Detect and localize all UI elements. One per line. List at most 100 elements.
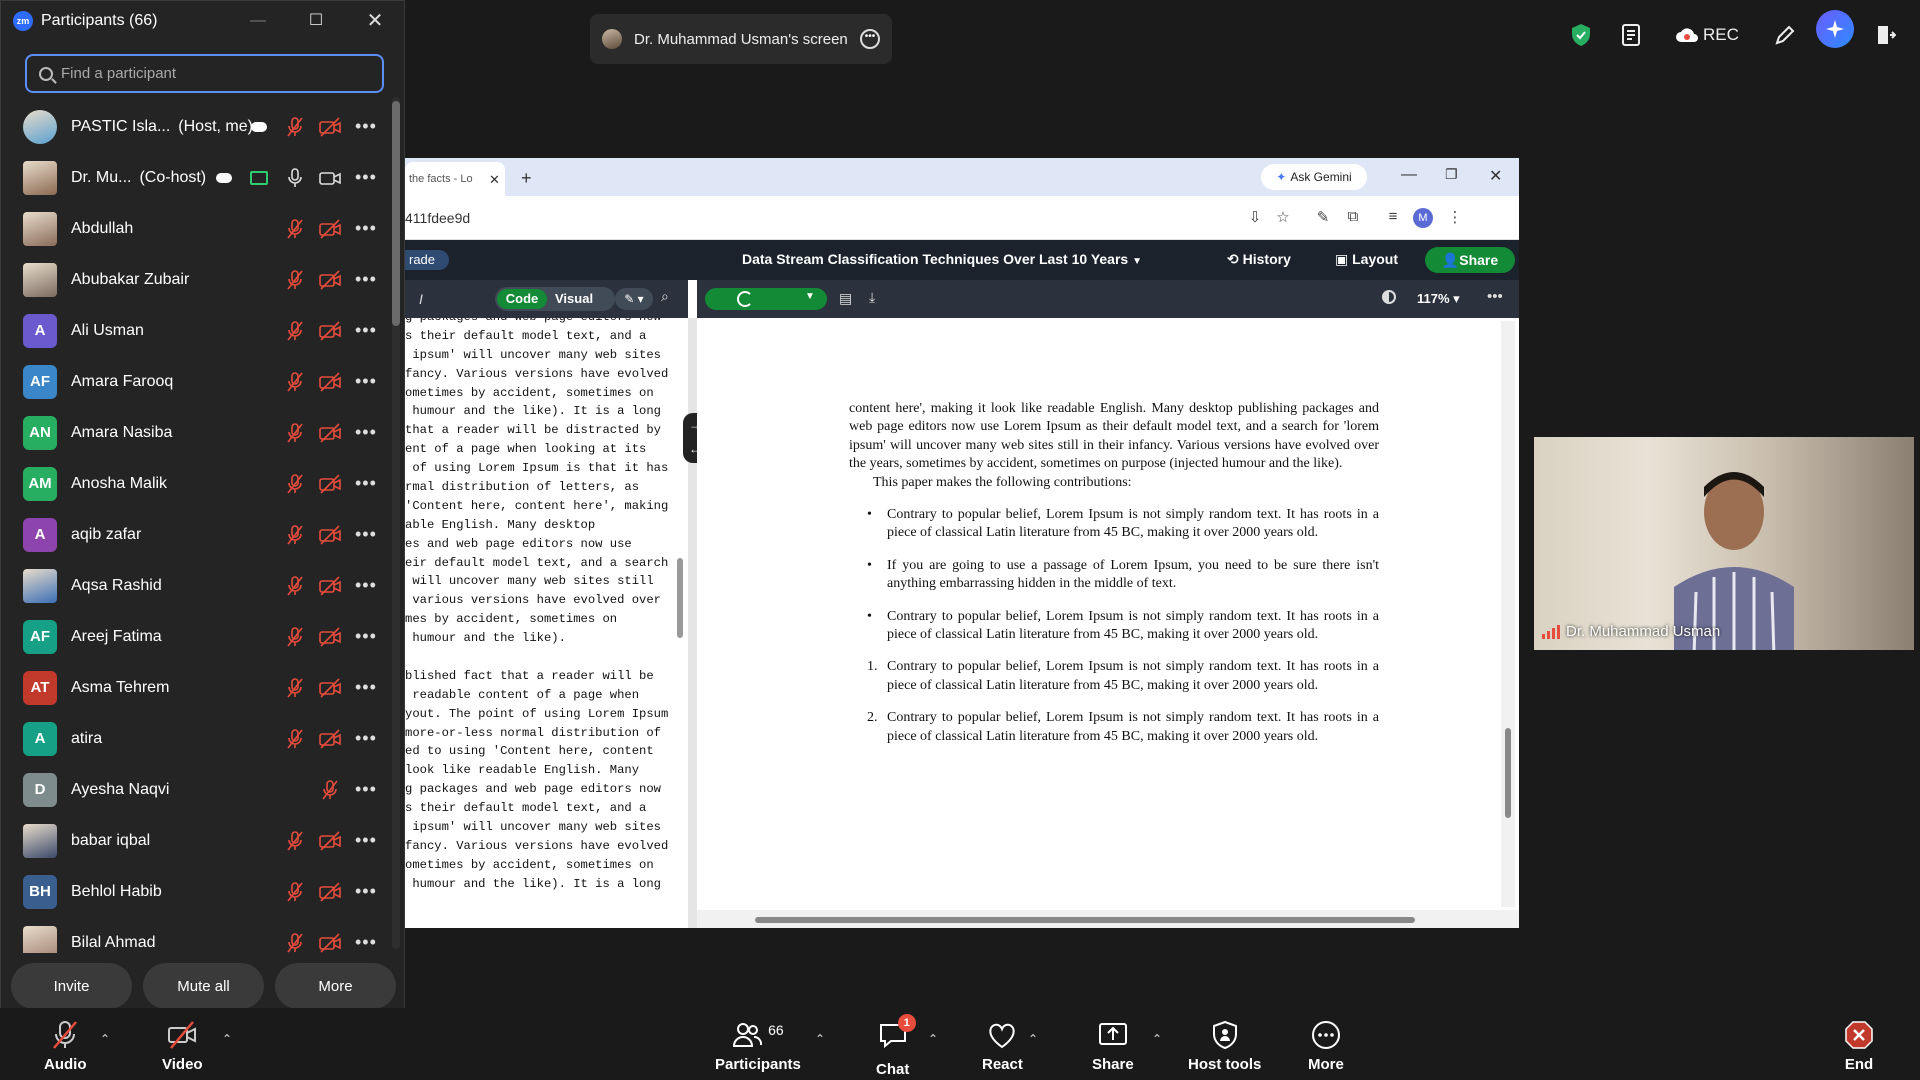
mic-muted-icon[interactable] <box>286 830 304 851</box>
react-options-caret[interactable]: ⌃ <box>1028 1032 1038 1046</box>
mic-muted-icon[interactable] <box>286 473 304 494</box>
more-button[interactable]: More <box>275 963 396 1009</box>
participant-row[interactable]: AT Asma Tehrem ••• <box>1 662 391 713</box>
chat-options-caret[interactable]: ⌃ <box>928 1032 938 1046</box>
leave-side-panel-icon[interactable] <box>1876 22 1896 48</box>
pdf-preview[interactable]: content here', making it look like reada… <box>697 318 1519 910</box>
visual-mode-button[interactable]: Visual <box>555 289 593 309</box>
install-app-icon[interactable]: ⇩ <box>1245 208 1265 228</box>
participant-row[interactable]: Abdullah ••• <box>1 203 391 254</box>
history-button[interactable]: ⟲ History <box>1227 251 1291 268</box>
editor-line[interactable]: humour and the like). It is a long <box>405 402 675 421</box>
editor-line[interactable]: ometimes by accident, sometimes on <box>405 856 675 875</box>
close-icon[interactable]: ✕ <box>363 9 387 33</box>
mic-muted-icon[interactable] <box>321 779 339 800</box>
video-off-icon[interactable] <box>319 422 341 443</box>
chevron-down-icon[interactable]: ▼ <box>805 291 815 302</box>
video-options-caret[interactable]: ⌃ <box>222 1032 232 1046</box>
pdf-scroll-thumb[interactable] <box>1505 728 1511 818</box>
participant-row[interactable]: Abubakar Zubair ••• <box>1 254 391 305</box>
more-options-icon[interactable]: ••• <box>860 29 880 49</box>
participant-row[interactable]: D Ayesha Naqvi ••• <box>1 764 391 815</box>
cloud-recording-indicator[interactable]: REC <box>1675 22 1739 48</box>
editor-line[interactable]: of using Lorem Ipsum is that it has <box>405 459 675 478</box>
mic-muted-icon[interactable] <box>286 116 304 137</box>
annotate-icon[interactable] <box>1774 22 1796 48</box>
audio-options-caret[interactable]: ⌃ <box>100 1032 110 1046</box>
participant-more-icon[interactable]: ••• <box>355 473 377 494</box>
participant-row[interactable]: AF Areej Fatima ••• <box>1 611 391 662</box>
mic-muted-icon[interactable] <box>286 371 304 392</box>
bookmark-star-icon[interactable]: ☆ <box>1273 208 1293 228</box>
participant-more-icon[interactable]: ••• <box>355 626 377 647</box>
editor-line[interactable]: eir default model text, and a search <box>405 554 675 573</box>
mute-all-button[interactable]: Mute all <box>143 963 264 1009</box>
invite-button[interactable]: Invite <box>11 963 132 1009</box>
mic-muted-icon[interactable] <box>286 728 304 749</box>
pdf-scrollbar[interactable] <box>1501 321 1515 907</box>
editor-line[interactable] <box>405 648 675 667</box>
editor-line[interactable]: fancy. Various versions have evolved <box>405 365 675 384</box>
video-off-icon[interactable] <box>319 626 341 647</box>
participant-more-icon[interactable]: ••• <box>355 269 377 290</box>
participant-search-input[interactable] <box>61 65 361 82</box>
participant-row[interactable]: AF Amara Farooq ••• <box>1 356 391 407</box>
participants-button[interactable]: 66 Participants <box>715 1020 801 1073</box>
editor-line[interactable]: mes by accident, sometimes on <box>405 610 675 629</box>
mic-muted-icon[interactable] <box>286 575 304 596</box>
code-mode-button[interactable]: Code <box>497 289 547 309</box>
participant-row[interactable]: BH Behlol Habib ••• <box>1 866 391 917</box>
participant-more-icon[interactable]: ••• <box>355 524 377 545</box>
editor-line[interactable]: various versions have evolved over <box>405 591 675 610</box>
pdf-more-icon[interactable]: ••• <box>1487 288 1503 305</box>
italic-icon[interactable]: I <box>419 291 423 307</box>
ai-companion-icon[interactable] <box>1816 10 1854 48</box>
extensions-puzzle-icon[interactable]: ⧉ <box>1343 208 1363 228</box>
mic-muted-icon[interactable] <box>286 524 304 545</box>
pane-splitter[interactable] <box>688 318 697 928</box>
url-text[interactable]: 411fdee9d <box>405 210 470 226</box>
participant-row[interactable]: Aqsa Rashid ••• <box>1 560 391 611</box>
participant-more-icon[interactable]: ••• <box>355 677 377 698</box>
editor-line[interactable]: readable content of a page when <box>405 686 675 705</box>
participant-more-icon[interactable]: ••• <box>355 830 377 851</box>
video-off-icon[interactable] <box>319 218 341 239</box>
participant-more-icon[interactable]: ••• <box>355 320 377 341</box>
tab-close-icon[interactable]: ✕ <box>489 172 500 188</box>
profile-avatar[interactable]: M <box>1413 208 1433 228</box>
editor-line[interactable]: ed to using 'Content here, content <box>405 742 675 761</box>
participant-more-icon[interactable]: ••• <box>355 932 377 953</box>
share-options-caret[interactable]: ⌃ <box>1152 1032 1162 1046</box>
participant-row[interactable]: AN Amara Nasiba ••• <box>1 407 391 458</box>
screen-share-indicator[interactable]: Dr. Muhammad Usman's screen ••• <box>590 14 892 64</box>
mic-muted-icon[interactable] <box>286 677 304 698</box>
video-off-icon[interactable] <box>319 320 341 341</box>
browser-menu-icon[interactable]: ⋮ <box>1445 208 1465 228</box>
editor-line[interactable]: g packages and web page editors now <box>405 780 675 799</box>
video-off-icon[interactable] <box>319 269 341 290</box>
video-off-icon[interactable] <box>319 473 341 494</box>
participant-row[interactable]: AM Anosha Malik ••• <box>1 458 391 509</box>
participant-row[interactable]: Aatira ••• <box>1 713 391 764</box>
editor-line[interactable]: blished fact that a reader will be <box>405 667 675 686</box>
participant-search-box[interactable] <box>25 54 384 93</box>
participants-options-caret[interactable]: ⌃ <box>815 1032 825 1046</box>
participant-row[interactable]: Bilal Ahmad ••• <box>1 917 391 953</box>
host-tools-button[interactable]: Host tools <box>1188 1020 1261 1073</box>
editor-line[interactable]: ipsum' will uncover many web sites <box>405 818 675 837</box>
audio-button[interactable]: Audio <box>44 1020 87 1073</box>
end-meeting-button[interactable]: End <box>1844 1020 1874 1073</box>
participant-row[interactable]: Dr. Mu... (Co-host) ••• <box>1 152 391 203</box>
video-off-icon[interactable] <box>319 524 341 545</box>
participant-more-icon[interactable]: ••• <box>355 167 377 188</box>
editor-line[interactable]: more-or-less normal distribution of <box>405 724 675 743</box>
editor-line[interactable]: able English. Many desktop <box>405 516 675 535</box>
participant-more-icon[interactable]: ••• <box>355 116 377 137</box>
edit-mode-dropdown[interactable]: ✎ ▾ <box>615 288 653 310</box>
mic-icon[interactable] <box>286 167 304 188</box>
participant-row[interactable]: PASTIC Isla... (Host, me) ••• <box>1 101 391 152</box>
editor-scroll-thumb[interactable] <box>677 558 683 638</box>
contrast-icon[interactable] <box>1382 290 1396 304</box>
pdf-horizontal-scroll-thumb[interactable] <box>755 917 1415 923</box>
editor-line[interactable]: ipsum' will uncover many web sites <box>405 346 675 365</box>
